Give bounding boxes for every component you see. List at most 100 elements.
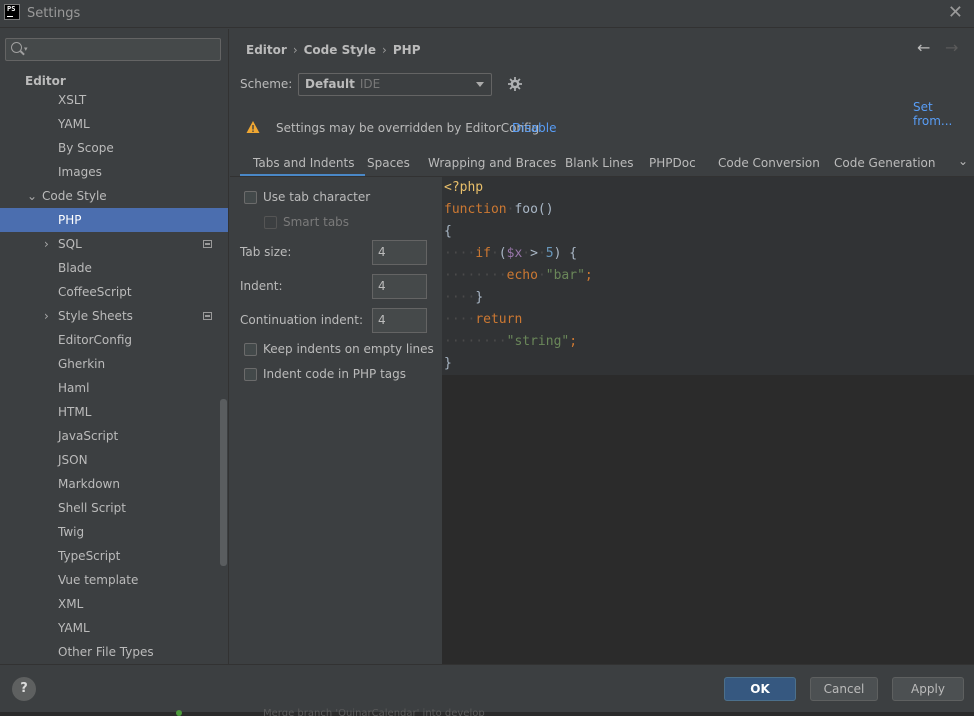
breadcrumb-separator: › [382, 43, 387, 57]
close-icon[interactable]: ✕ [948, 3, 963, 23]
breadcrumb: Editor › Code Style › PHP [246, 43, 421, 57]
smart-tabs-label: Smart tabs [283, 215, 350, 229]
sidebar-item-label: SQL [58, 237, 82, 251]
tab-wrapping-and-braces[interactable]: Wrapping and Braces [428, 156, 556, 170]
tab-size-label: Tab size: [240, 245, 292, 259]
sidebar-item-xslt[interactable]: XSLT [0, 88, 228, 112]
sidebar-item-xml[interactable]: XML [0, 592, 228, 616]
help-button[interactable]: ? [12, 677, 36, 701]
code-line: <?php [444, 177, 483, 199]
disable-editorconfig-link[interactable]: Disable [512, 121, 557, 135]
sidebar-item-style-sheets[interactable]: › Style Sheets [0, 304, 228, 328]
sidebar-item-code-style[interactable]: ⌄ Code Style [0, 184, 228, 208]
gear-icon[interactable] [508, 77, 522, 91]
search-icon [11, 42, 22, 53]
tab-spaces[interactable]: Spaces [367, 156, 410, 170]
dropdown-arrow-icon [476, 82, 484, 87]
apply-button[interactable]: Apply [892, 677, 964, 701]
cancel-button[interactable]: Cancel [810, 677, 878, 701]
code-style-tabs: Tabs and Indents Spaces Wrapping and Bra… [230, 151, 974, 177]
sidebar-item-blade[interactable]: Blade [0, 256, 228, 280]
code-token: "string" [506, 334, 570, 349]
indent-php-tags-checkbox[interactable] [244, 368, 257, 381]
sidebar-item-markdown[interactable]: Markdown [0, 472, 228, 496]
set-from-link[interactable]: Set from... [913, 100, 974, 128]
sidebar-item-json[interactable]: JSON [0, 448, 228, 472]
vcs-status-dot-icon [176, 710, 182, 716]
code-token: } [444, 356, 452, 371]
tab-tabs-and-indents[interactable]: Tabs and Indents [253, 156, 354, 170]
continuation-indent-label: Continuation indent: [240, 313, 364, 327]
code-line: { [444, 221, 452, 243]
code-line: ········echo·"bar"; [444, 268, 593, 283]
continuation-indent-input[interactable]: 4 [372, 308, 427, 333]
settings-sidebar: ▾ Editor XSLT YAML By Scope Images ⌄ Cod… [0, 29, 229, 664]
chevron-down-icon[interactable]: ⌄ [958, 154, 968, 168]
breadcrumb-item[interactable]: Editor [246, 43, 287, 57]
sidebar-item-images[interactable]: Images [0, 160, 228, 184]
search-options-caret-icon[interactable]: ▾ [24, 45, 28, 53]
sidebar-item-yaml[interactable]: YAML [0, 112, 228, 136]
chevron-right-icon[interactable]: › [44, 304, 49, 328]
dialog-footer: ? OK Cancel Apply [0, 664, 974, 712]
sidebar-item-haml[interactable]: Haml [0, 376, 228, 400]
breadcrumb-item[interactable]: Code Style [304, 43, 376, 57]
forward-arrow-icon[interactable]: → [945, 38, 958, 57]
code-token: return [475, 312, 523, 327]
tabs-and-indents-options: Use tab character Smart tabs Tab size: 4… [230, 177, 441, 664]
code-preview: <?php function·foo() { ····if·($x·>·5) {… [442, 177, 974, 664]
php-open-tag: <?php [444, 180, 484, 195]
sidebar-item-editorconfig[interactable]: EditorConfig [0, 328, 228, 352]
code-line: ····if·($x·>·5) { [444, 246, 578, 261]
sidebar-item-coffeescript[interactable]: CoffeeScript [0, 280, 228, 304]
background-commit-message: Merge branch 'QuinarCalendar' into devel… [263, 708, 485, 716]
sidebar-item-php[interactable]: PHP [0, 208, 228, 232]
sidebar-item-javascript[interactable]: JavaScript [0, 424, 228, 448]
sidebar-item-vue-template[interactable]: Vue template [0, 568, 228, 592]
project-settings-icon [203, 312, 212, 320]
sidebar-item-twig[interactable]: Twig [0, 520, 228, 544]
sidebar-item-typescript[interactable]: TypeScript [0, 544, 228, 568]
tab-blank-lines[interactable]: Blank Lines [565, 156, 634, 170]
keep-indents-label: Keep indents on empty lines [263, 342, 434, 356]
sidebar-item-sql[interactable]: › SQL [0, 232, 228, 256]
editorconfig-warning-text: Settings may be overridden by EditorConf… [276, 121, 540, 135]
settings-search-input[interactable]: ▾ [5, 38, 221, 61]
code-line: function·foo() [444, 202, 554, 217]
tab-size-input[interactable]: 4 [372, 240, 427, 265]
use-tab-character-checkbox[interactable] [244, 191, 257, 204]
sidebar-item-yaml-2[interactable]: YAML [0, 616, 228, 640]
indent-input[interactable]: 4 [372, 274, 427, 299]
code-token: } [475, 290, 484, 305]
code-token: ; [584, 268, 593, 283]
phpstorm-logo-icon: PS [4, 4, 20, 20]
scheme-label: Scheme: [240, 77, 293, 91]
ok-button[interactable]: OK [724, 677, 796, 701]
code-token: ( [498, 246, 507, 261]
breadcrumb-separator: › [292, 43, 298, 57]
tab-phpdoc[interactable]: PHPDoc [649, 156, 696, 170]
tab-code-conversion[interactable]: Code Conversion [718, 156, 820, 170]
back-arrow-icon[interactable]: ← [917, 38, 930, 57]
code-line: ········"string"; [444, 334, 578, 349]
keep-indents-checkbox[interactable] [244, 343, 257, 356]
code-token: ; [569, 334, 578, 349]
code-token: $x [506, 246, 523, 261]
indent-php-tags-label: Indent code in PHP tags [263, 367, 407, 381]
chevron-down-icon[interactable]: ⌄ [27, 184, 37, 208]
sidebar-scrollbar[interactable] [220, 399, 227, 566]
sidebar-item-shell-script[interactable]: Shell Script [0, 496, 228, 520]
scheme-dropdown[interactable]: Default IDE [298, 73, 492, 96]
breadcrumb-item: PHP [392, 43, 421, 57]
sidebar-item-gherkin[interactable]: Gherkin [0, 352, 228, 376]
sidebar-item-html[interactable]: HTML [0, 400, 228, 424]
code-token: > [530, 246, 538, 261]
code-line: } [444, 353, 452, 375]
code-token: if [475, 246, 491, 261]
sidebar-item-other-file-types[interactable]: Other File Types [0, 640, 228, 664]
chevron-right-icon[interactable]: › [44, 232, 49, 256]
tab-code-generation[interactable]: Code Generation [834, 156, 935, 170]
code-token: echo [506, 268, 538, 283]
sidebar-item-by-scope[interactable]: By Scope [0, 136, 228, 160]
background-ide-strip [0, 712, 974, 716]
